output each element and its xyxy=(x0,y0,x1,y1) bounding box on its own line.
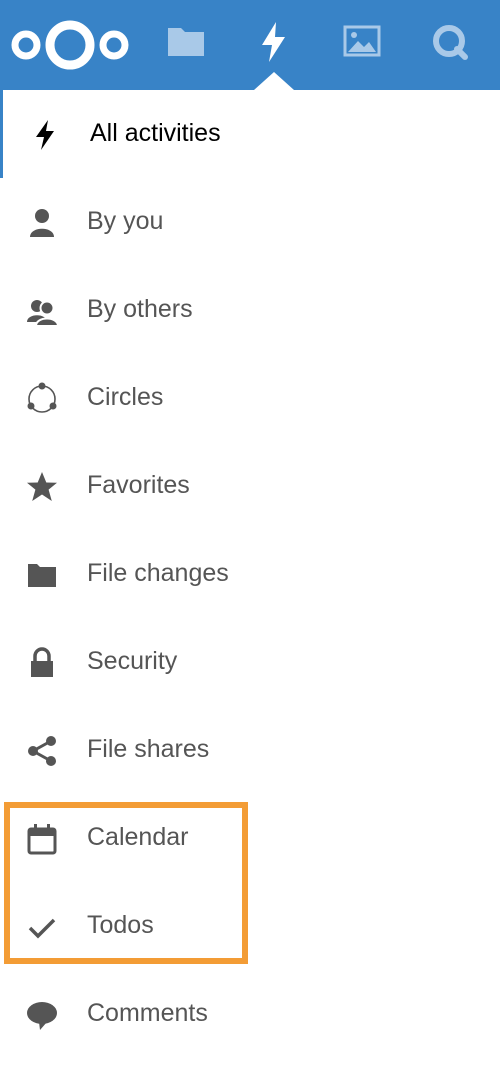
gallery-app-icon[interactable] xyxy=(340,20,384,64)
user-icon xyxy=(24,206,60,240)
top-bar xyxy=(0,0,500,90)
sidebar-item-label: All activities xyxy=(90,119,221,147)
active-app-indicator xyxy=(254,72,294,90)
sidebar-item-label: File shares xyxy=(87,735,210,763)
sidebar-item-todos[interactable]: Todos xyxy=(0,882,500,970)
sidebar-item-comments[interactable]: Comments xyxy=(0,970,500,1058)
sidebar-item-favorites[interactable]: Favorites xyxy=(0,442,500,530)
sidebar-item-label: Todos xyxy=(87,911,154,939)
sidebar-item-label: Comments xyxy=(87,999,208,1027)
nextcloud-logo[interactable] xyxy=(8,20,132,70)
sidebar-item-label: File changes xyxy=(87,559,229,587)
search-app-icon[interactable] xyxy=(428,20,472,64)
sidebar-item-label: Circles xyxy=(87,383,164,411)
calendar-icon xyxy=(24,822,60,856)
sidebar-item-by-you[interactable]: By you xyxy=(0,178,500,266)
sidebar-item-security[interactable]: Security xyxy=(0,618,500,706)
sidebar-item-by-others[interactable]: By others xyxy=(0,266,500,354)
sidebar-item-all-activities[interactable]: All activities xyxy=(0,90,500,178)
activity-app-icon[interactable] xyxy=(252,20,296,64)
users-icon xyxy=(24,294,60,328)
activity-filter-sidebar: All activities By you By others Circles … xyxy=(0,90,500,1066)
sidebar-item-file-shares[interactable]: File shares xyxy=(0,706,500,794)
star-icon xyxy=(24,470,60,504)
sidebar-item-file-changes[interactable]: File changes xyxy=(0,530,500,618)
sidebar-item-label: Favorites xyxy=(87,471,190,499)
sidebar-item-label: By others xyxy=(87,295,193,323)
checkmark-icon xyxy=(24,910,60,944)
share-icon xyxy=(24,734,60,768)
sidebar-item-calendar[interactable]: Calendar xyxy=(0,794,500,882)
lock-icon xyxy=(24,646,60,680)
files-app-icon[interactable] xyxy=(164,20,208,64)
sidebar-item-circles[interactable]: Circles xyxy=(0,354,500,442)
sidebar-item-label: Security xyxy=(87,647,178,675)
sidebar-item-label: Calendar xyxy=(87,823,189,851)
folder-icon xyxy=(24,558,60,592)
sidebar-item-label: By you xyxy=(87,207,164,235)
lightning-icon xyxy=(27,118,63,152)
circles-icon xyxy=(24,382,60,416)
comment-icon xyxy=(24,998,60,1032)
